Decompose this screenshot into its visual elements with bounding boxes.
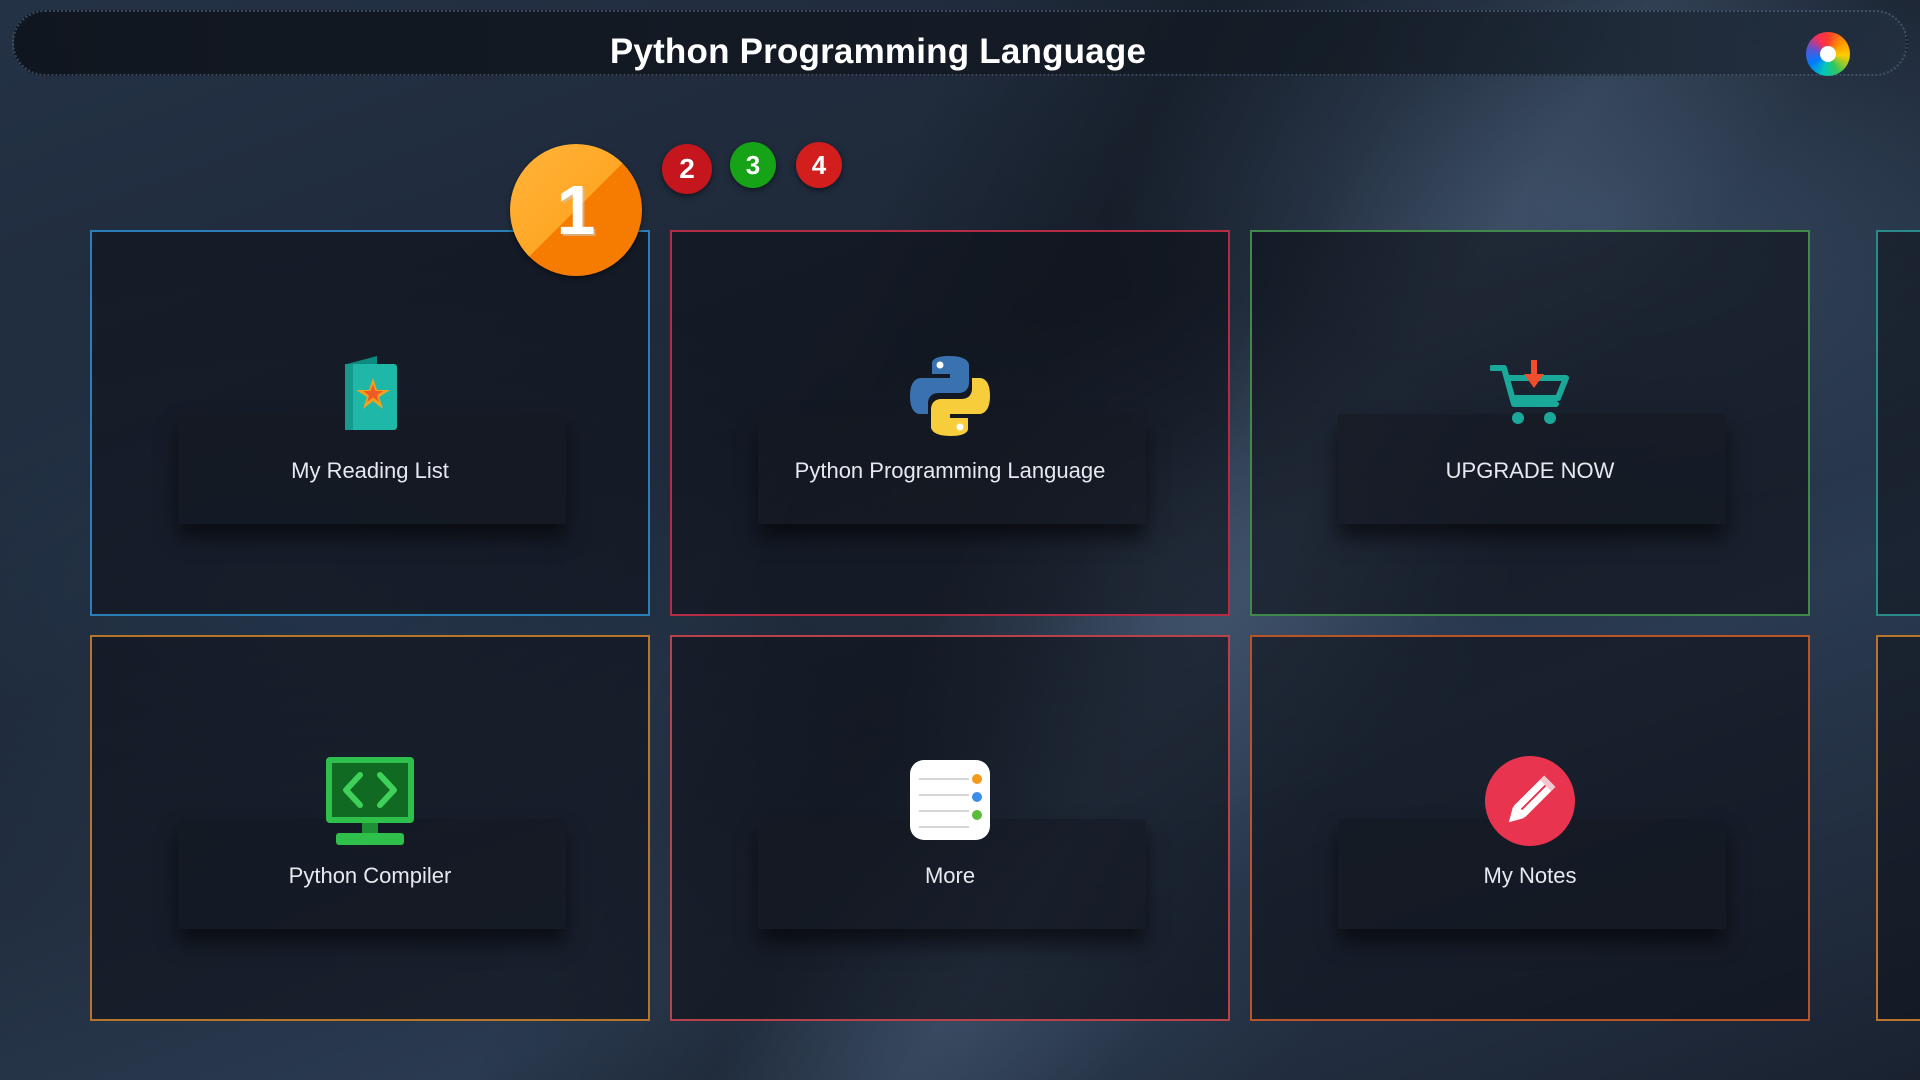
page-dot-label: 4 [811,149,827,180]
tile-python-compiler[interactable]: Python Compiler [90,635,650,1021]
top-bar: Python Programming Language [12,10,1908,76]
tile-my-notes[interactable]: My Notes [1250,635,1810,1021]
tile-label: More [924,863,976,888]
pencil-icon [1484,755,1576,847]
tile-python-programming-language[interactable]: Python Programming Language [670,230,1230,616]
python-logo-icon [908,354,992,438]
code-monitor-icon [324,755,416,847]
tile-label: Python Programming Language [794,458,1106,483]
page-dot-label: 3 [745,149,761,180]
page-dot-1[interactable]: 1 [510,144,642,276]
home-screen: Python Programming Language 1 2 3 4 My R… [0,0,1920,1080]
book-star-icon [341,356,399,432]
tile-more[interactable]: More [670,635,1230,1021]
page-dot-label: 1 [556,171,596,249]
tile-label: Python Compiler [288,863,452,888]
page-dot-label: 2 [679,153,695,184]
list-icon [909,759,991,841]
tile-label: UPGRADE NOW [1445,458,1615,483]
app-title: Python Programming Language [609,32,1147,71]
tile-label: My Notes [1483,863,1577,888]
tile-upgrade-now[interactable]: UPGRADE NOW [1250,230,1810,616]
tile-label: My Reading List [291,458,449,483]
page-dot-3[interactable]: 3 [730,142,776,188]
page-dot-2[interactable]: 2 [662,144,712,194]
shopping-cart-icon [1490,360,1570,430]
tile-offscreen[interactable] [1876,230,1920,616]
color-wheel-icon[interactable] [1806,32,1850,76]
tile-offscreen[interactable] [1876,635,1920,1021]
page-dot-4[interactable]: 4 [796,142,842,188]
tile-my-reading-list[interactable]: My Reading List [90,230,650,616]
